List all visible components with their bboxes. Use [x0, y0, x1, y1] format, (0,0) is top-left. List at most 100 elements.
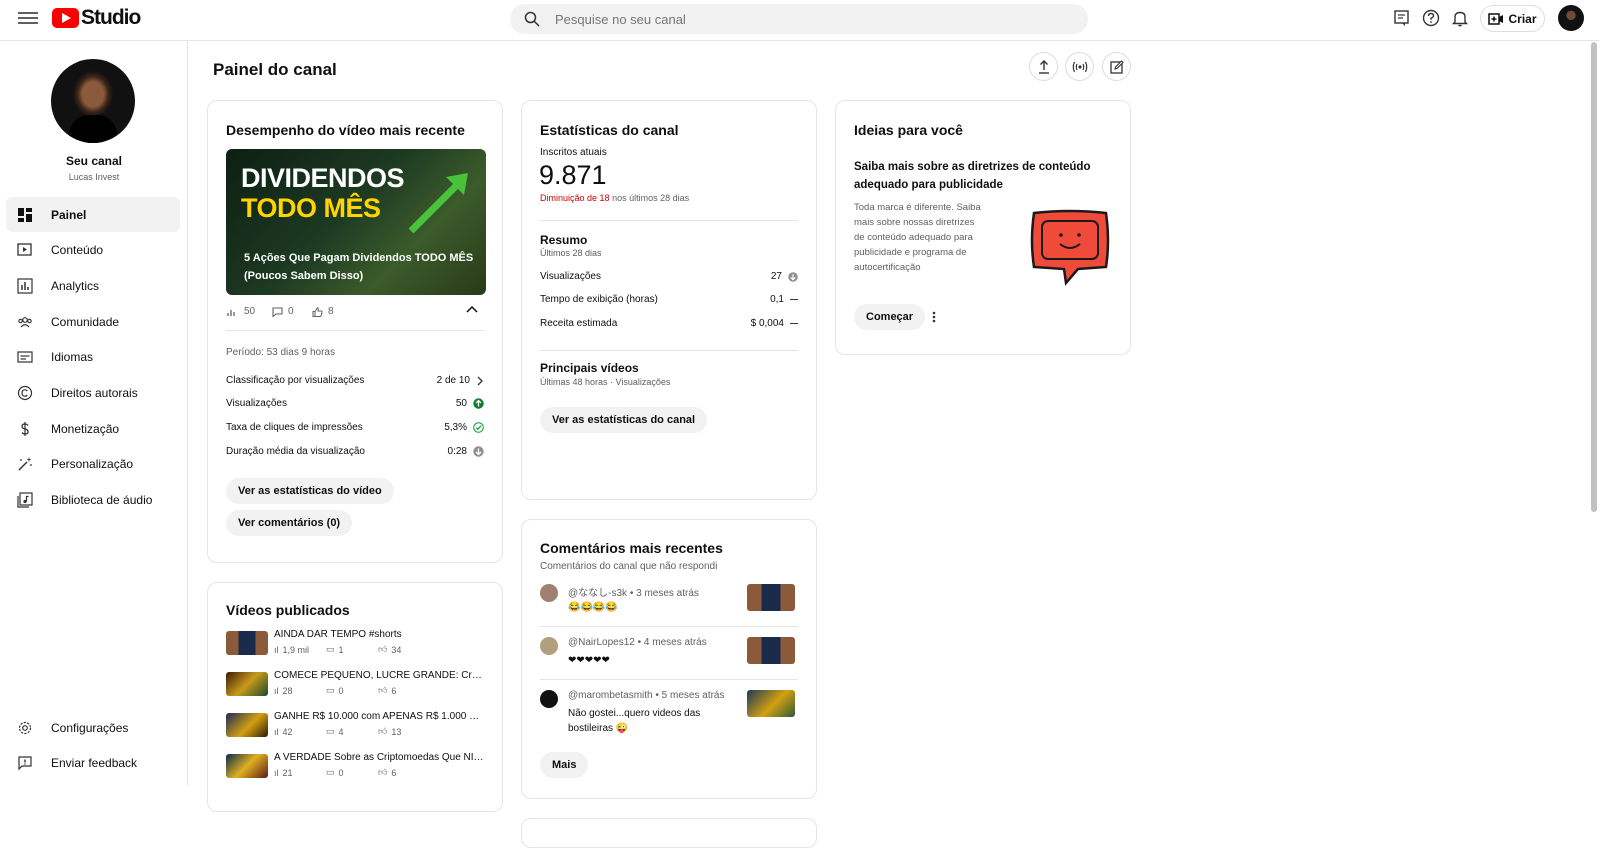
likes-stat: 👍︎ 13: [378, 726, 402, 737]
main-content: Painel do canal Desempenho do vídeo mais…: [188, 41, 1600, 848]
thumbnail-text: TODO MÊS: [241, 193, 381, 223]
video-thumbnail: [226, 631, 268, 655]
list-item[interactable]: AINDA DAR TEMPO #shorts ıl 1,9 mil ▭ 1 👍︎ 34: [226, 629, 484, 659]
copyright-icon: [17, 385, 33, 400]
channel-name: Seu canal: [65, 154, 123, 168]
help-icon[interactable]: [1421, 8, 1441, 28]
dollar-icon: [21, 421, 29, 436]
live-icon: [1072, 61, 1087, 72]
dashboard-icon: [18, 207, 32, 222]
subtitles-icon: [17, 350, 33, 363]
list-item[interactable]: A VERDADE Sobre as Criptomoedas Que NING…: [226, 752, 484, 782]
upload-button[interactable]: [1029, 52, 1058, 81]
content-icon: [17, 242, 32, 256]
start-button[interactable]: Começar: [854, 304, 926, 330]
sidebar-item-label: Biblioteca de áudio: [51, 492, 153, 507]
summary-title: Resumo: [540, 233, 588, 247]
sidebar-item-label: Configurações: [51, 720, 129, 735]
like-icon: [312, 306, 323, 317]
summary-period: Últimos 28 dias: [540, 248, 602, 258]
sidebar-item-label: Enviar feedback: [51, 755, 138, 770]
subscribers-change: Diminuição de 18 nos últimos 28 dias: [540, 193, 690, 203]
go-live-button[interactable]: [1065, 52, 1094, 81]
list-item[interactable]: @marombetasmith • 5 meses atrás Não gost…: [540, 690, 798, 740]
comments-stat: 0: [272, 306, 294, 317]
period-text: Período: 53 dias 9 horas: [226, 347, 335, 358]
sidebar-item-direitos[interactable]: Direitos autorais: [6, 375, 180, 410]
published-videos-card: Vídeos publicados AINDA DAR TEMPO #short…: [207, 582, 503, 812]
notifications-icon[interactable]: [1450, 8, 1470, 28]
divider: [540, 679, 798, 680]
card-title: Estatísticas do canal: [540, 122, 679, 138]
divider: [540, 626, 798, 627]
chevron-up-icon[interactable]: [466, 305, 478, 313]
edit-icon: [1109, 59, 1124, 74]
sidebar-item-label: Comunidade: [51, 314, 120, 329]
comments-subtitle: Comentários do canal que não respondi: [540, 561, 718, 572]
comments-stat: ▭ 4: [326, 726, 344, 737]
avatar: [540, 690, 558, 708]
subtitles-request-icon[interactable]: [1392, 8, 1412, 28]
account-avatar[interactable]: [1558, 5, 1584, 31]
sidebar-item-feedback[interactable]: Enviar feedback: [6, 745, 180, 780]
ad-friendly-illustration-icon: [1030, 209, 1110, 286]
comments-stat: ▭ 0: [326, 767, 344, 778]
video-stats-button[interactable]: Ver as estatísticas do vídeo: [226, 478, 394, 504]
scrollbar[interactable]: [1591, 42, 1597, 512]
search-input[interactable]: [555, 11, 1035, 27]
ctr-row: Taxa de cliques de impressões 5,3%: [226, 422, 484, 433]
create-label: Criar: [1508, 11, 1537, 26]
views-icon: [227, 309, 235, 316]
create-button[interactable]: Criar: [1480, 5, 1545, 32]
sidebar-item-configuracoes[interactable]: Configurações: [6, 710, 180, 745]
latest-video-card: Desempenho do vídeo mais recente DIVIDEN…: [207, 100, 503, 563]
analytics-icon: [17, 277, 33, 294]
summary-views-row: Visualizações 27: [540, 271, 798, 282]
channel-avatar[interactable]: [51, 59, 135, 143]
card-title: Comentários mais recentes: [540, 540, 723, 556]
thumbnail-text: DIVIDENDOS: [241, 163, 405, 193]
avg-duration-row: Duração média da visualização 0:28: [226, 446, 484, 457]
dash-icon: [790, 322, 798, 325]
list-item[interactable]: GANHE R$ 10.000 com APENAS R$ 1.000 em .…: [226, 711, 484, 741]
latest-video-thumbnail[interactable]: DIVIDENDOS TODO MÊS 5 Ações Que Pagam Di…: [226, 149, 486, 295]
card-title: Vídeos publicados: [226, 602, 350, 618]
list-item[interactable]: @NairLopes12 • 4 meses atrás ❤❤❤❤❤: [540, 637, 798, 679]
video-thumbnail: [747, 690, 795, 717]
sidebar-item-comunidade[interactable]: Comunidade: [6, 304, 180, 339]
menu-icon[interactable]: [16, 9, 40, 27]
arrow-down-circle-icon: [788, 271, 798, 282]
card-title: Desempenho do vídeo mais recente: [226, 122, 465, 138]
community-icon: [18, 316, 32, 327]
divider: [540, 350, 798, 351]
video-thumbnail: [747, 584, 795, 611]
sidebar-item-painel[interactable]: Painel: [6, 197, 180, 232]
more-button[interactable]: Mais: [540, 752, 589, 778]
view-comments-button[interactable]: Ver comentários (0): [226, 510, 353, 536]
sidebar-item-biblioteca[interactable]: Biblioteca de áudio: [6, 482, 180, 517]
channel-stats-button[interactable]: Ver as estatísticas do canal: [540, 407, 708, 433]
list-item[interactable]: @ななし-s3k • 3 meses atrás 😂😂😂😂: [540, 584, 798, 626]
create-post-button[interactable]: [1102, 52, 1131, 81]
studio-logo[interactable]: Studio: [52, 6, 141, 30]
sidebar-item-label: Idiomas: [51, 349, 94, 364]
sidebar-item-personalizacao[interactable]: Personalização: [6, 446, 180, 481]
sidebar-item-label: Direitos autorais: [51, 385, 138, 400]
top-bar: Studio Criar: [0, 0, 1600, 41]
sidebar-item-analytics[interactable]: Analytics: [6, 268, 180, 303]
sidebar-item-monetizacao[interactable]: Monetização: [6, 411, 180, 446]
rank-row[interactable]: Classificação por visualizações 2 de 10: [226, 375, 484, 386]
sidebar-item-idiomas[interactable]: Idiomas: [6, 339, 180, 374]
channel-stats-card: Estatísticas do canal Inscritos atuais 9…: [521, 100, 817, 500]
search-bar[interactable]: [510, 4, 1088, 34]
sidebar-item-conteudo[interactable]: Conteúdo: [6, 232, 180, 267]
gear-icon: [18, 721, 32, 734]
more-options-icon[interactable]: [932, 311, 936, 323]
comments-stat: ▭ 0: [326, 685, 344, 696]
dash-icon: [790, 298, 798, 301]
top-videos-title: Principais vídeos: [540, 361, 639, 375]
list-item[interactable]: COMECE PEQUENO, LUCRE GRANDE: Criptomoed…: [226, 670, 484, 700]
views-row: Visualizações 50: [226, 398, 484, 409]
check-circle-icon: [473, 422, 484, 433]
likes-stat: 8: [312, 306, 334, 317]
